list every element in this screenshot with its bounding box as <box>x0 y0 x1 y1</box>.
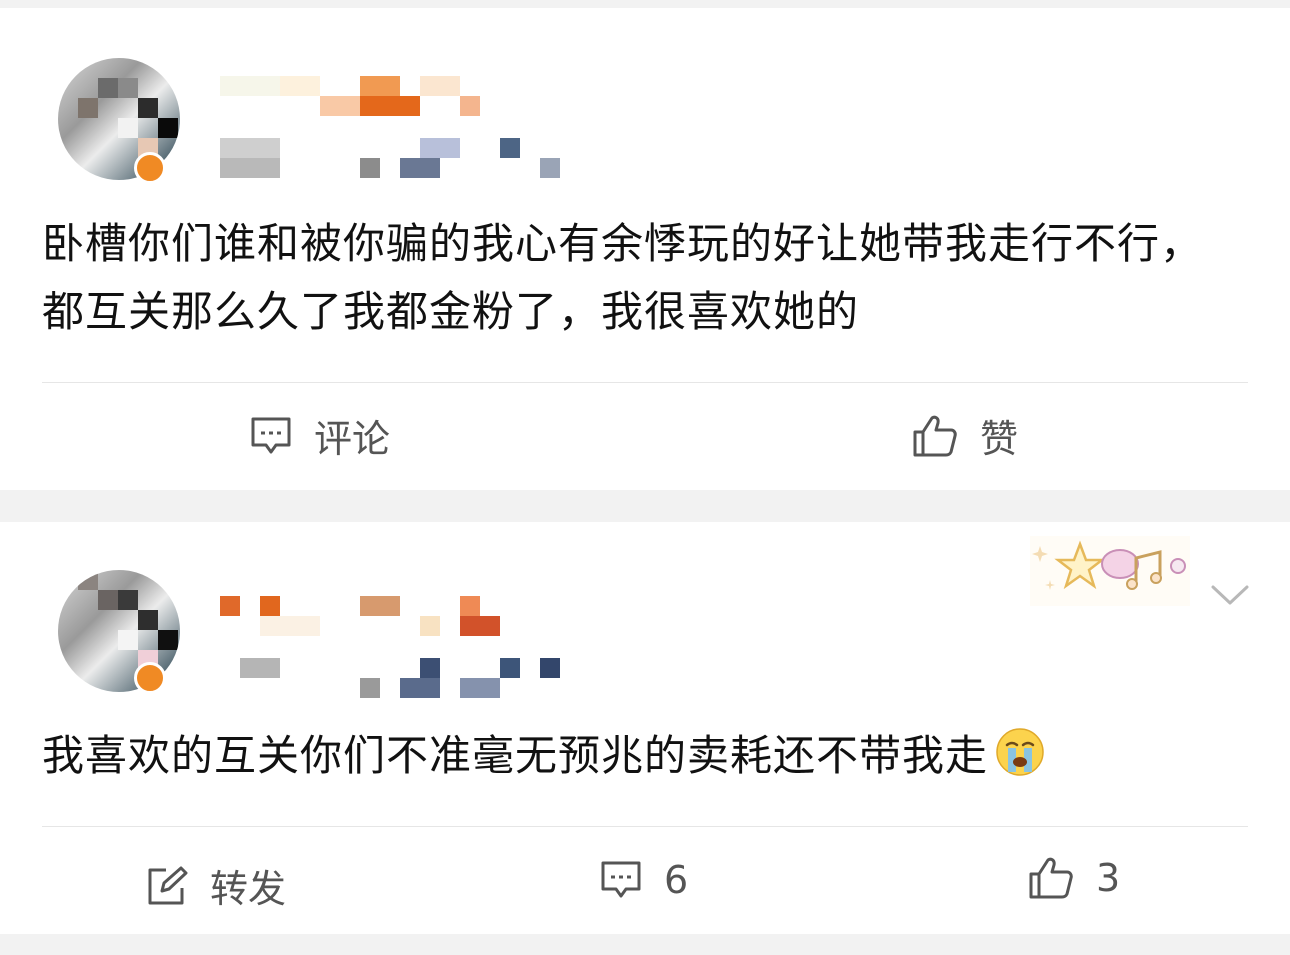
comment-button[interactable]: 6 <box>600 858 688 902</box>
like-button[interactable]: 3 <box>1028 856 1120 900</box>
repost-label: 转发 <box>210 867 287 911</box>
divider <box>42 382 1248 383</box>
like-button[interactable]: 赞 <box>912 408 1018 463</box>
post-card: 卧槽你们谁和被你骗的我心有余悸玩的好让她带我走行不行，都互关那么久了我都金粉了，… <box>0 8 1290 490</box>
verified-badge <box>134 152 166 184</box>
divider <box>42 826 1248 827</box>
thumbs-up-icon <box>1029 857 1073 899</box>
post-card: 我喜欢的互关你们不准毫无预兆的卖耗还不带我走 转发 6 3 <box>0 522 1290 934</box>
post-content: 卧槽你们谁和被你骗的我心有余悸玩的好让她带我走行不行，都互关那么久了我都金粉了，… <box>42 219 1204 336</box>
username[interactable] <box>220 76 510 116</box>
star-music-sticker <box>1030 536 1190 606</box>
post-meta <box>220 658 560 698</box>
comment-button[interactable]: 评论 <box>250 408 390 463</box>
like-count: 3 <box>1096 856 1121 900</box>
post-meta <box>220 138 560 178</box>
comment-count: 6 <box>664 858 689 902</box>
repost-icon <box>148 866 188 904</box>
comment-icon <box>601 861 641 898</box>
comment-label: 评论 <box>314 417 391 461</box>
chevron-down-icon[interactable] <box>1210 582 1250 608</box>
comment-icon <box>251 417 291 453</box>
thumbs-up-icon <box>913 415 957 456</box>
repost-button[interactable]: 转发 <box>146 858 286 913</box>
crying-face-emoji <box>996 728 1044 776</box>
username[interactable] <box>220 596 510 636</box>
verified-badge <box>134 662 166 694</box>
post-content: 我喜欢的互关你们不准毫无预兆的卖耗还不带我走 <box>42 722 1240 790</box>
like-label: 赞 <box>980 417 1019 461</box>
post-content-text: 我喜欢的互关你们不准毫无预兆的卖耗还不带我走 <box>42 731 989 780</box>
